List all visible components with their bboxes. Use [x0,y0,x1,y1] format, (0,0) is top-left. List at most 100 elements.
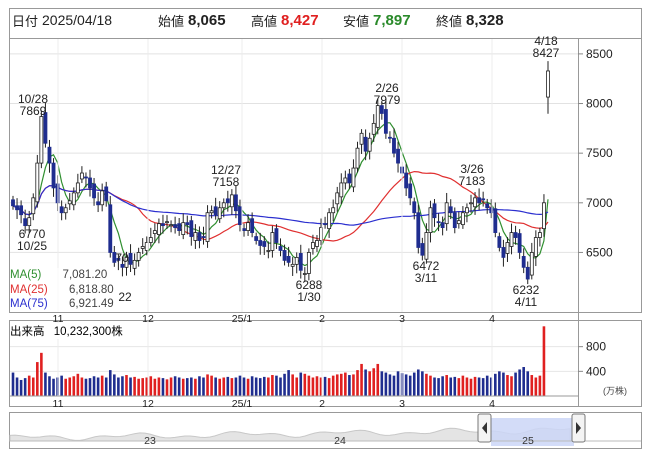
y-tick-label: 8500 [586,47,613,61]
candle-body [173,224,178,229]
candle-body [383,109,388,134]
candle-body [501,247,506,258]
candle-body [104,186,109,202]
candle-body [525,266,530,280]
volume-bar [429,375,432,396]
candle-body [367,137,372,152]
volume-bar [408,375,412,396]
volume-bar [498,371,501,396]
volume-bar [376,363,380,396]
candle-body [51,162,56,189]
volume-bar [510,376,513,396]
ma25-legend: MA(25) 6,818.80 [10,282,114,297]
volume-bar [153,378,157,396]
volume-bar [348,375,351,396]
volume-bar [181,378,185,396]
candle-body [335,192,340,205]
y-axis: 8500 8000 7500 7000 6500 [578,47,613,259]
annotation-value: 70 [115,251,129,265]
volume-bar [327,378,331,396]
volume-bar [27,375,31,396]
candle-body [416,212,421,248]
volume-bar [117,377,120,396]
navigator: 23 24 25 [9,413,641,448]
candle-body [282,250,287,261]
candle-body [148,237,153,243]
candle-body [286,256,291,263]
candle-body [355,147,360,169]
candle-body [477,197,482,204]
candle-body [221,202,226,209]
volume-bar [364,369,367,396]
volume-bar [165,379,169,396]
volume-bar [352,374,355,396]
volume-value: 10,232,300株 [53,326,123,338]
candle-body [266,250,271,252]
volume-bar [149,376,153,396]
volume-bar [133,376,136,396]
volume-bar [311,377,315,396]
candle-body [108,204,113,253]
price-chart: 23 24 25 800400(万株) 10/287869677010/2512/2… [9,8,642,449]
candle-body [294,256,299,265]
candle-body [339,182,344,198]
volume-bar [141,378,144,396]
volume-bar [469,378,473,396]
navigator-right-handle[interactable] [571,413,586,443]
volume-bar [384,372,388,396]
volume-bar [522,367,525,396]
volume-bar [295,377,299,396]
candle-body [290,263,295,267]
volume-bar [477,377,481,396]
candle-body [521,256,526,268]
volume-bar [92,376,96,396]
volume-bar [425,373,428,396]
volume-bar [267,377,270,396]
candle-body [331,207,336,214]
volume-bar [461,375,465,396]
volume-bar [449,377,453,396]
x-tick-label: 25/1 [232,398,253,410]
volume-bar [465,377,469,396]
volume-bar [250,376,254,396]
candle-body [242,228,246,231]
volume-bar [222,377,226,396]
candle-body [375,105,380,128]
candle-body [327,212,332,230]
navigator-left-handle[interactable] [477,413,492,443]
navigator-label: 24 [334,435,346,447]
candle-body [11,199,15,207]
x-tick-label: 3 [399,313,405,325]
candle-body [238,206,242,226]
candle-body [197,232,202,241]
volume-bar [88,378,92,396]
volume-bar [214,377,217,396]
volume-bar [502,372,505,396]
grid [10,53,578,253]
volume-bar [60,375,63,396]
candle-body [420,243,425,256]
candle-body [509,232,514,247]
y-tick-label: 6500 [586,245,613,259]
volume-bar [72,376,76,396]
candle-body [27,217,32,227]
volume-bar [514,372,517,396]
candle-body [428,207,433,233]
volume-bar [254,377,258,396]
annotation-date: 10/25 [17,239,47,253]
volume-bar [485,375,489,396]
volume-bar [113,374,116,396]
volume-bar [262,376,266,396]
candle-body [533,237,538,257]
candle-body [517,233,522,253]
volume-bar [283,373,286,396]
annotation-value: 8427 [533,46,560,60]
volume-bar [307,375,311,396]
y-tick-label: 7500 [586,146,613,160]
volume-bar [11,372,15,396]
volume-bar [291,374,294,396]
candle-body [444,202,449,225]
candle-body [156,223,161,235]
volume-bar [368,371,371,396]
volume-bar [125,375,128,396]
